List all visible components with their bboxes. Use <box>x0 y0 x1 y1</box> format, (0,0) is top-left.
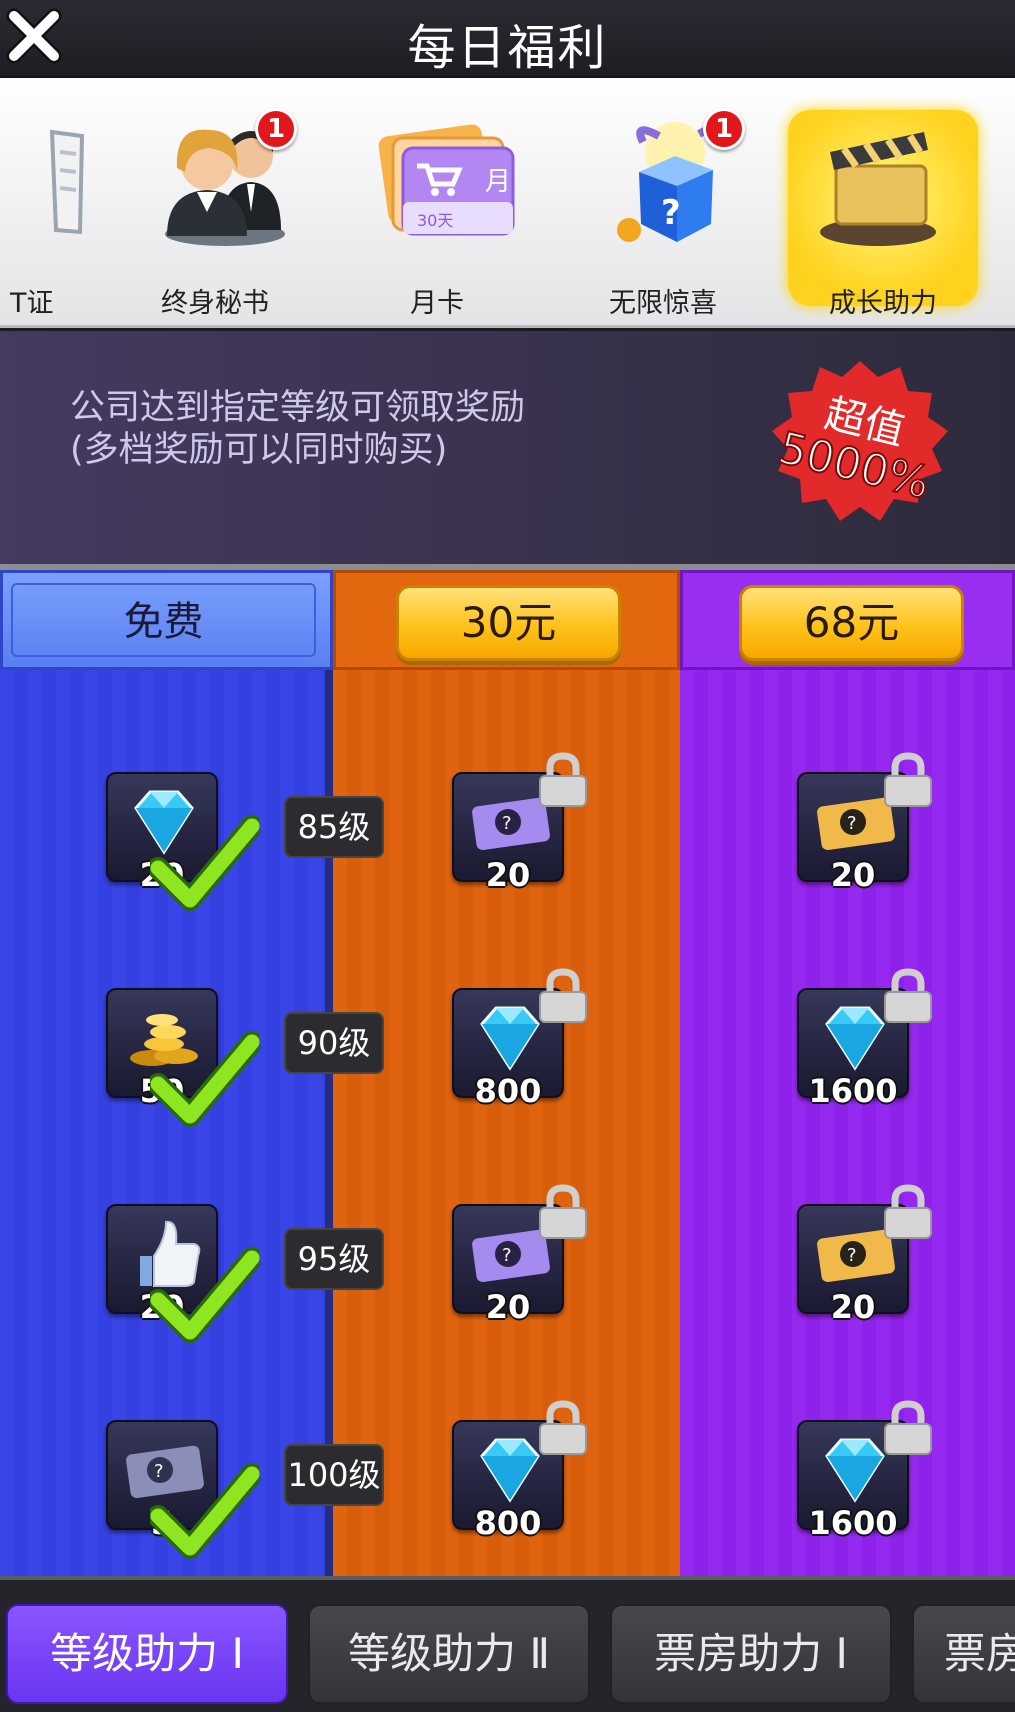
category-monthly-card[interactable]: 月 30天 月卡 <box>337 98 537 319</box>
level-label: 95级 <box>284 1228 384 1290</box>
tab-box-office-partial[interactable]: 票房 <box>912 1604 1015 1704</box>
claimed-check-icon <box>150 815 260 911</box>
reward-quantity: 20 <box>830 856 876 894</box>
category-label: 终身秘书 <box>161 288 269 319</box>
claimed-check-icon <box>150 1247 260 1343</box>
notification-badge: 1 <box>703 108 745 150</box>
page-title: 每日福利 <box>407 20 608 76</box>
top-bar: 每日福利 <box>0 0 1015 78</box>
category-surprise[interactable]: ? 1 无限惊喜 <box>563 98 763 319</box>
lock-icon <box>884 968 932 1023</box>
tier-68-header: 68元 <box>680 570 1015 670</box>
banner-line-2: (多档奖励可以同时购买) <box>70 430 448 470</box>
reward-quantity: 1600 <box>808 1504 898 1542</box>
claimed-check-icon <box>150 1463 260 1559</box>
category-label: 成长助力 <box>829 288 937 319</box>
lock-icon <box>884 1184 932 1239</box>
svg-text:?: ? <box>502 813 512 834</box>
buy-68-button[interactable]: 68元 <box>739 585 964 661</box>
category-label: 月卡 <box>410 288 464 319</box>
reward-quantity: 1600 <box>808 1072 898 1110</box>
svg-text:?: ? <box>847 813 857 834</box>
level-label: 100级 <box>284 1444 384 1506</box>
banner-line-1: 公司达到指定等级可领取奖励 <box>70 388 526 428</box>
level-label: 85级 <box>284 796 384 858</box>
lock-icon <box>539 1400 587 1455</box>
free-tier-label: 免费 <box>11 583 316 657</box>
daily-welfare-screen: 每日福利 T证 1 终身秘书 月 30天 月卡 ? 1 无限惊喜 成长助力 公司… <box>0 0 1015 1712</box>
lock-icon <box>539 1184 587 1239</box>
lock-icon <box>539 968 587 1023</box>
level-label: 90级 <box>284 1012 384 1074</box>
reward-quantity: 20 <box>485 1288 531 1326</box>
bottom-tab-bar: 等级助力 Ⅰ 等级助力 Ⅱ 票房助力 Ⅰ 票房 <box>0 1576 1015 1712</box>
welfare-category-strip: T证 1 终身秘书 月 30天 月卡 ? 1 无限惊喜 成长助力 <box>0 78 1015 328</box>
tab-level-boost-2[interactable]: 等级助力 Ⅱ <box>308 1604 590 1704</box>
buy-30-button[interactable]: 30元 <box>396 585 621 661</box>
lock-icon <box>539 752 587 807</box>
category-growth-boost[interactable]: 成长助力 <box>778 98 978 319</box>
tier-30-header: 30元 <box>333 570 680 670</box>
banner-description: 公司达到指定等级可领取奖励 (多档奖励可以同时购买) <box>70 387 525 471</box>
card-tag: 月 <box>485 167 511 197</box>
tab-box-office-boost-1[interactable]: 票房助力 Ⅰ <box>610 1604 892 1704</box>
lock-icon <box>884 752 932 807</box>
svg-text:?: ? <box>847 1245 857 1266</box>
reward-quantity: 20 <box>830 1288 876 1326</box>
value-seal-badge: 超值 5000% <box>772 361 948 521</box>
notification-badge: 1 <box>255 108 297 150</box>
category-id-card[interactable]: T证 <box>0 98 120 319</box>
reward-quantity: 20 <box>485 856 531 894</box>
card-days: 30天 <box>417 211 453 230</box>
svg-text:?: ? <box>661 193 681 233</box>
clapperboard-icon <box>820 132 936 246</box>
svg-text:?: ? <box>502 1245 512 1266</box>
document-icon <box>49 129 85 235</box>
claimed-check-icon <box>150 1031 260 1127</box>
monthly-card-icon: 月 30天 <box>378 124 515 236</box>
lock-icon <box>884 1400 932 1455</box>
category-label: T证 <box>10 288 54 319</box>
category-secretary[interactable]: 1 终身秘书 <box>115 98 315 319</box>
tab-level-boost-1[interactable]: 等级助力 Ⅰ <box>6 1604 288 1704</box>
free-tier-header: 免费 <box>0 570 333 670</box>
reward-quantity: 800 <box>474 1072 542 1110</box>
reward-quantity: 800 <box>474 1504 542 1542</box>
category-label: 无限惊喜 <box>609 288 717 319</box>
